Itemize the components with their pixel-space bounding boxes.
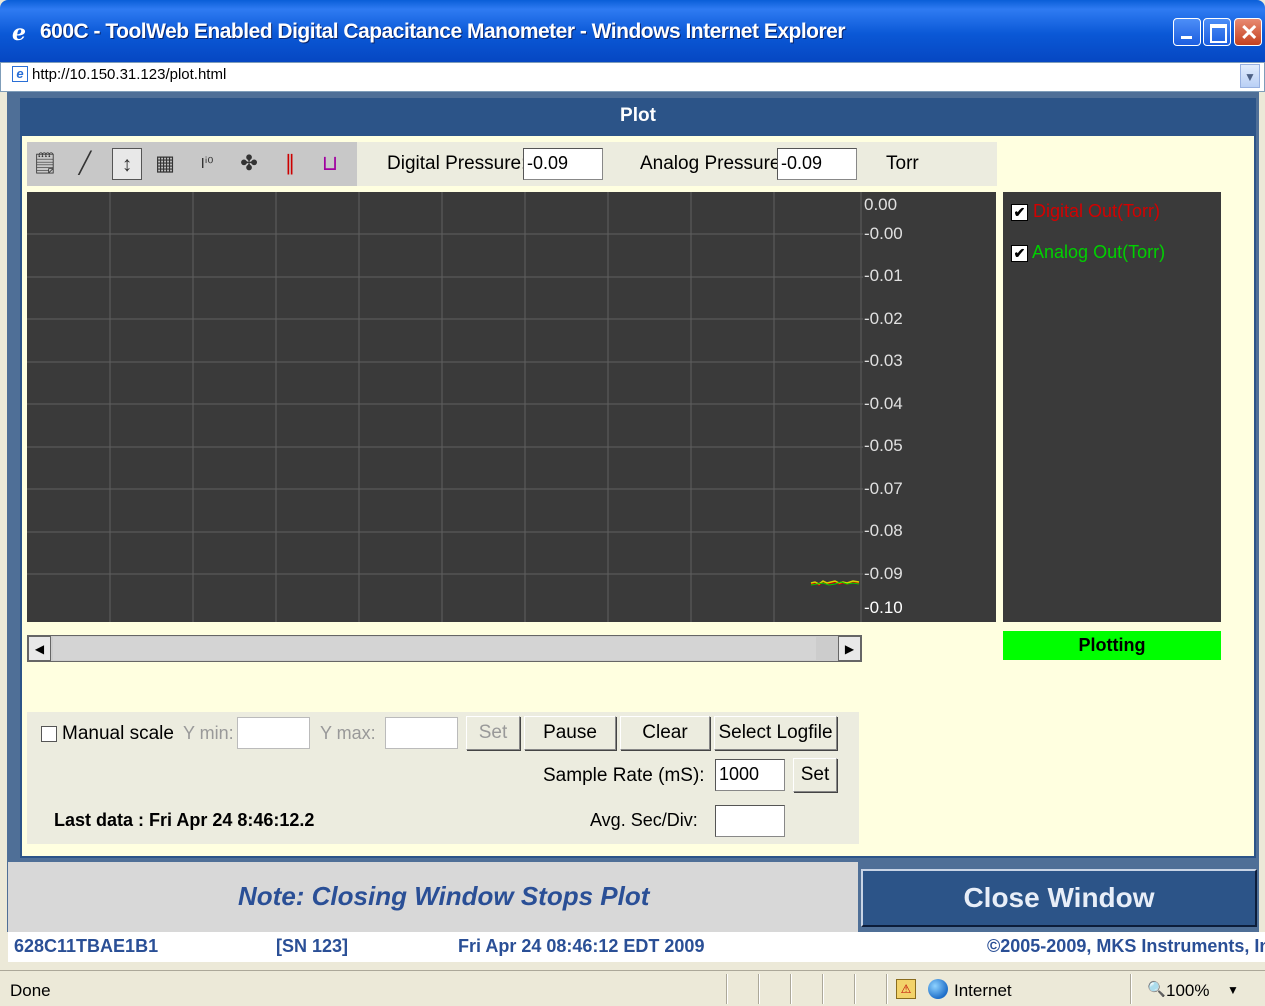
manual-scale-checkbox[interactable] bbox=[41, 726, 57, 742]
plot-grid bbox=[27, 192, 863, 622]
log-scale-icon[interactable]: Iⁱ⁰ bbox=[192, 148, 222, 180]
ie-logo-icon: e bbox=[12, 20, 26, 46]
y-tick-label: -0.03 bbox=[864, 351, 903, 370]
internet-globe-icon bbox=[928, 979, 948, 999]
status-divider bbox=[886, 974, 888, 1004]
chart-icon[interactable]: ▦ bbox=[150, 148, 180, 180]
sample-rate-set-button[interactable]: Set bbox=[793, 758, 837, 792]
plot-header: Plot bbox=[20, 98, 1256, 136]
y-tick-label: 0.00 bbox=[864, 195, 898, 214]
y-tick-label: -0.10 bbox=[864, 598, 903, 617]
close-window-button[interactable]: Close Window bbox=[861, 869, 1257, 927]
scale-icon[interactable]: ↕ bbox=[112, 148, 142, 180]
page-icon: e bbox=[12, 66, 28, 82]
set-scale-button[interactable]: Set bbox=[466, 716, 520, 750]
address-dropdown-button[interactable]: ▼ bbox=[1240, 64, 1260, 88]
copyright: ©2005-2009, MKS Instruments, Inc. bbox=[987, 936, 1265, 956]
ymin-label: Y min: bbox=[183, 723, 234, 743]
y-tick-label: -0.09 bbox=[864, 564, 903, 583]
legend-label: Analog Out(Torr) bbox=[1032, 242, 1166, 262]
sample-rate-input[interactable]: 1000 bbox=[715, 759, 785, 791]
browser-status-bar bbox=[0, 970, 1265, 1006]
last-data: Last data : Fri Apr 24 8:46:12.2 bbox=[54, 810, 315, 830]
footer-datetime: Fri Apr 24 08:46:12 EDT 2009 bbox=[458, 936, 705, 956]
y-tick-label: -0.04 bbox=[864, 394, 903, 413]
clear-button[interactable]: Clear bbox=[620, 716, 710, 750]
status-text: Done bbox=[10, 981, 51, 1000]
y-tick-label: -0.08 bbox=[864, 521, 903, 540]
legend-item-analog[interactable]: ✔ Analog Out(Torr) bbox=[1011, 242, 1165, 268]
properties-icon[interactable]: 🗒 bbox=[30, 148, 60, 180]
closing-note: Note: Closing Window Stops Plot bbox=[238, 881, 650, 911]
ymax-input[interactable] bbox=[385, 717, 458, 749]
y-tick-label: -0.02 bbox=[864, 309, 903, 328]
y-tick-label: -0.05 bbox=[864, 436, 903, 455]
zoom-icon: 🔍 bbox=[1147, 981, 1166, 998]
status-divider bbox=[790, 974, 792, 1004]
ymin-input[interactable] bbox=[237, 717, 310, 749]
scroll-thumb[interactable] bbox=[53, 637, 816, 660]
analog-checkbox[interactable]: ✔ bbox=[1011, 244, 1028, 262]
legend-label: Digital Out(Torr) bbox=[1033, 201, 1161, 221]
address-url[interactable]: http://10.150.31.123/plot.html bbox=[32, 66, 226, 83]
status-divider bbox=[758, 974, 760, 1004]
cursor-icon[interactable]: ∥ bbox=[275, 148, 305, 180]
minimize-button[interactable] bbox=[1173, 18, 1201, 46]
analog-pressure-label: Analog Pressure: bbox=[640, 153, 786, 174]
window-title: 600C - ToolWeb Enabled Digital Capacitan… bbox=[40, 20, 846, 43]
zoom-dropdown-icon[interactable]: ▼ bbox=[1227, 983, 1239, 997]
curve-icon[interactable]: ╱ bbox=[70, 148, 100, 180]
scroll-left-button[interactable]: ◀ bbox=[28, 636, 51, 661]
avg-sec-div-label: Avg. Sec/Div: bbox=[590, 810, 698, 830]
digital-checkbox[interactable]: ✔ bbox=[1011, 203, 1028, 221]
sample-rate-label: Sample Rate (mS): bbox=[543, 765, 705, 786]
model-number: 628C11TBAE1B1 bbox=[14, 936, 159, 956]
zoom-level[interactable]: 100% bbox=[1166, 981, 1209, 1001]
digital-pressure-label: Digital Pressure: bbox=[387, 153, 527, 174]
status-divider bbox=[726, 974, 728, 1004]
y-tick-label: -0.07 bbox=[864, 479, 903, 498]
status-divider bbox=[822, 974, 824, 1004]
pressure-unit: Torr bbox=[886, 153, 919, 174]
close-icon: ✕ bbox=[1240, 20, 1259, 45]
analog-pressure-value: -0.09 bbox=[777, 148, 857, 180]
pause-button[interactable]: Pause bbox=[524, 716, 616, 750]
close-window-x-button[interactable]: ✕ bbox=[1234, 18, 1262, 46]
select-logfile-button[interactable]: Select Logfile bbox=[714, 716, 837, 750]
plotting-status: Plotting bbox=[1003, 631, 1221, 660]
protected-mode-icon[interactable]: ⚠ bbox=[896, 979, 916, 999]
manual-scale-label: Manual scale bbox=[62, 723, 174, 744]
y-tick-label: -0.01 bbox=[864, 266, 903, 285]
status-divider bbox=[1130, 974, 1132, 1004]
ymax-label: Y max: bbox=[320, 723, 376, 743]
zoom-icon[interactable]: ✤ bbox=[234, 148, 264, 180]
legend-item-digital[interactable]: ✔ Digital Out(Torr) bbox=[1011, 201, 1160, 227]
scroll-right-button[interactable]: ▶ bbox=[838, 636, 861, 661]
security-zone[interactable]: Internet bbox=[954, 981, 1012, 1001]
square-icon[interactable]: ⊔ bbox=[315, 148, 345, 180]
serial-number: [SN 123] bbox=[276, 936, 349, 956]
y-tick-label: -0.00 bbox=[864, 224, 903, 243]
maximize-button[interactable] bbox=[1203, 18, 1231, 46]
avg-sec-div-input[interactable] bbox=[715, 805, 785, 837]
status-divider bbox=[854, 974, 856, 1004]
digital-pressure-value: -0.09 bbox=[523, 148, 603, 180]
